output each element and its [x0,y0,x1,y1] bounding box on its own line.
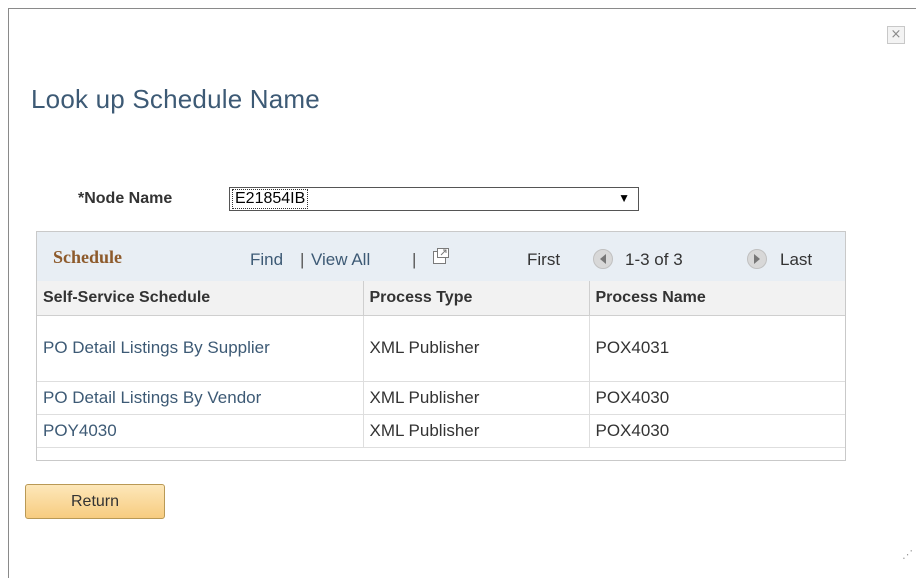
last-label: Last [780,250,813,269]
schedule-link[interactable]: POY4030 [37,414,364,448]
process-type-cell: XML Publisher [363,381,590,415]
row-range: 1-3 of 3 [625,250,683,269]
process-name-cell: POX4030 [589,414,845,448]
process-type-cell: XML Publisher [363,315,590,382]
first-label: First [527,250,561,269]
resize-grip-icon[interactable]: ⋰ [902,548,913,561]
separator: | [412,250,417,269]
previous-arrow-icon[interactable] [593,249,613,269]
column-header: Process Type [363,281,590,316]
table-row: POY4030 XML Publisher POX4030 [37,414,845,448]
return-button[interactable]: Return [25,484,165,519]
table-header-row: Self-Service Schedule Process Type Proce… [37,281,845,316]
next-arrow-icon[interactable] [747,249,767,269]
schedule-link[interactable]: PO Detail Listings By Vendor [37,381,364,415]
node-name-value: E21854IB [232,189,309,209]
column-header: Process Name [589,281,845,316]
view-all-link[interactable]: View All [311,250,370,270]
grid-title: Schedule [53,247,123,267]
table-row: PO Detail Listings By Vendor XML Publish… [37,381,845,415]
process-type-cell: XML Publisher [363,414,590,448]
separator: | [300,250,305,269]
table-row: PO Detail Listings By Supplier XML Publi… [37,315,845,382]
close-icon[interactable]: × [887,26,905,44]
grid-header: Schedule Find | View All | First 1-3 of … [37,232,845,281]
column-header: Self-Service Schedule [37,281,364,316]
dropdown-arrow-icon: ▼ [618,191,630,205]
process-name-cell: POX4031 [589,315,845,382]
node-name-label: *Node Name [78,190,173,207]
page-title: Look up Schedule Name [31,84,320,114]
new-window-icon[interactable] [432,247,450,265]
schedule-link[interactable]: PO Detail Listings By Supplier [37,315,364,382]
process-name-cell: POX4030 [589,381,845,415]
node-name-select[interactable]: E21854IB ▼ [229,187,639,211]
schedule-grid: Schedule Find | View All | First 1-3 of … [36,231,846,461]
schedule-table: Self-Service Schedule Process Type Proce… [37,281,845,448]
find-link[interactable]: Find [250,250,283,270]
